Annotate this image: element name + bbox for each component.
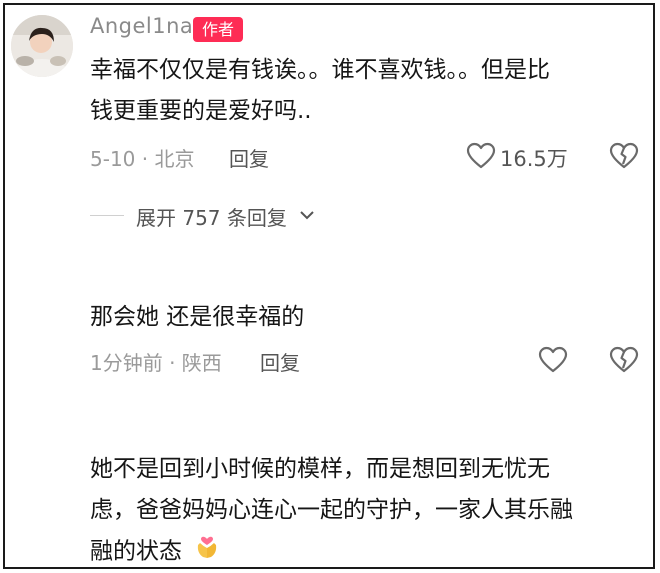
- expand-divider: [90, 215, 124, 216]
- reply-button[interactable]: 回复: [260, 347, 300, 376]
- comment-text-line: 融的状态: [90, 531, 573, 573]
- reply-button[interactable]: 回复: [229, 143, 269, 172]
- comment-text-line: 她不是回到小时候的模样，而是想回到无忧无: [90, 456, 550, 482]
- chevron-down-icon[interactable]: [298, 207, 316, 226]
- like-count: 16.5万: [500, 147, 568, 171]
- broken-heart-icon[interactable]: [609, 142, 639, 174]
- comment-text-line: 钱更重要的是爱好吗..: [90, 98, 312, 124]
- username[interactable]: Angel1na: [90, 14, 193, 38]
- author-badge: 作者: [193, 17, 243, 42]
- expand-replies-button[interactable]: 展开 757 条回复: [136, 202, 287, 231]
- avatar[interactable]: [11, 15, 73, 77]
- comment-text-line: 幸福不仅仅是有钱诶。。谁不喜欢钱。。但是比: [90, 57, 550, 83]
- heart-outline-icon[interactable]: [538, 346, 568, 378]
- comment-text-line: 虑，爸爸妈妈心连心一起的守护，一家人其乐融: [90, 497, 573, 523]
- comment-text: 幸福不仅仅是有钱诶。。谁不喜欢钱。。但是比 钱更重要的是爱好吗..: [90, 50, 550, 132]
- comment-text: 她不是回到小时候的模样，而是想回到无忧无 虑，爸爸妈妈心连心一起的守护，一家人其…: [90, 449, 573, 573]
- comment-meta: 1分钟前 · 陕西: [90, 351, 222, 375]
- heart-outline-icon[interactable]: [466, 142, 496, 174]
- broken-heart-icon[interactable]: [609, 346, 639, 378]
- comment-meta: 5-10 · 北京: [90, 147, 195, 171]
- comment-text-fragment: 融的状态: [90, 538, 182, 565]
- comment-text: 那会她 还是很幸福的: [90, 304, 305, 330]
- hands-heart-emoji: [195, 531, 219, 573]
